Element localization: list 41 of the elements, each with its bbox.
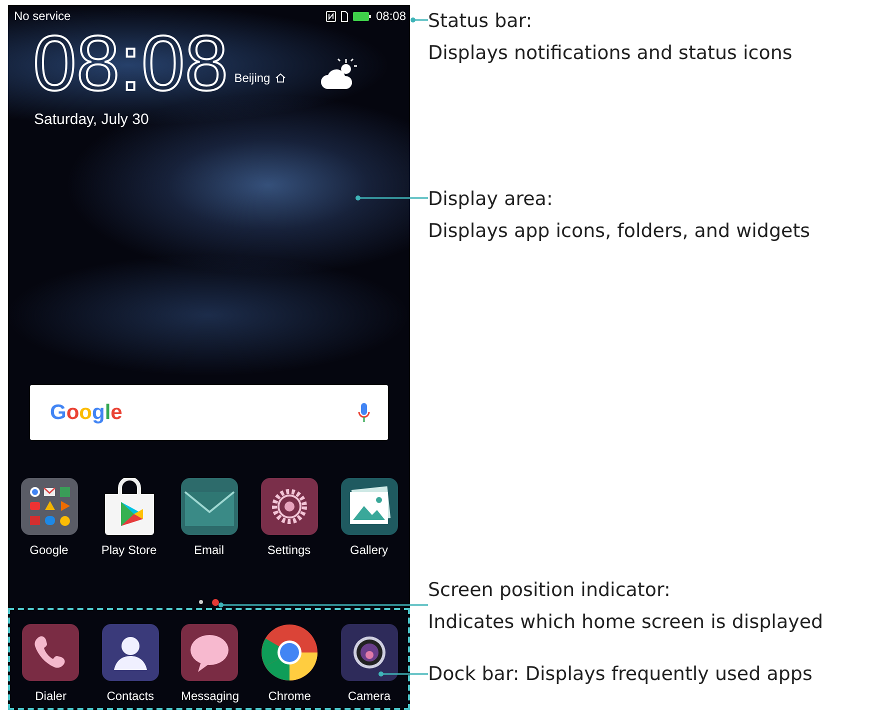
callout-text: Display area: <box>428 187 554 212</box>
app-label: Gallery <box>350 542 388 558</box>
envelope-icon[interactable] <box>180 478 238 535</box>
callout-text: Dock bar: Displays frequently used apps <box>428 662 812 687</box>
microphone-icon[interactable] <box>358 402 370 424</box>
app-label: Contacts <box>106 688 154 704</box>
app-label: Messaging <box>180 688 239 704</box>
callout-text: Displays notifications and status icons <box>428 41 792 66</box>
leader-line <box>410 17 428 23</box>
status-time: 08:08 <box>376 9 406 23</box>
google-logo: Google <box>50 400 122 424</box>
nfc-icon <box>326 10 336 22</box>
callout-text: Status bar: <box>428 9 534 34</box>
app-label: Play Store <box>101 542 157 558</box>
camera-lens-icon[interactable] <box>340 624 398 681</box>
app-folder-icon[interactable] <box>20 478 78 535</box>
home-icon <box>275 73 286 83</box>
sim-card-icon <box>340 10 348 22</box>
phone-icon[interactable] <box>22 624 80 681</box>
date-text: Saturday, July 30 <box>34 110 150 130</box>
clock-time: 08:08 <box>33 27 228 99</box>
chrome-icon[interactable] <box>261 624 318 681</box>
app-label: Google <box>30 542 68 558</box>
battery-icon <box>352 12 371 20</box>
app-label: Settings <box>267 542 311 558</box>
app-label: Dialer <box>35 688 66 704</box>
app-label: Camera <box>348 688 391 704</box>
callout-text: Indicates which home screen is displayed <box>428 610 824 635</box>
picture-icon[interactable] <box>340 478 398 535</box>
search-bar[interactable]: Google <box>30 385 388 440</box>
app-label: Chrome <box>268 688 311 704</box>
callout-text: Screen position indicator: <box>428 578 672 603</box>
carrier-text: No service <box>14 9 71 23</box>
person-icon[interactable] <box>102 624 159 681</box>
callout-text: Displays app icons, folders, and widgets <box>428 219 810 244</box>
leader-line <box>378 671 428 677</box>
app-label: Email <box>194 542 224 558</box>
speech-bubble-icon[interactable] <box>181 624 238 681</box>
gear-icon[interactable] <box>260 478 318 535</box>
weather-icon[interactable] <box>320 57 358 91</box>
city-name: Beijing <box>234 71 270 85</box>
